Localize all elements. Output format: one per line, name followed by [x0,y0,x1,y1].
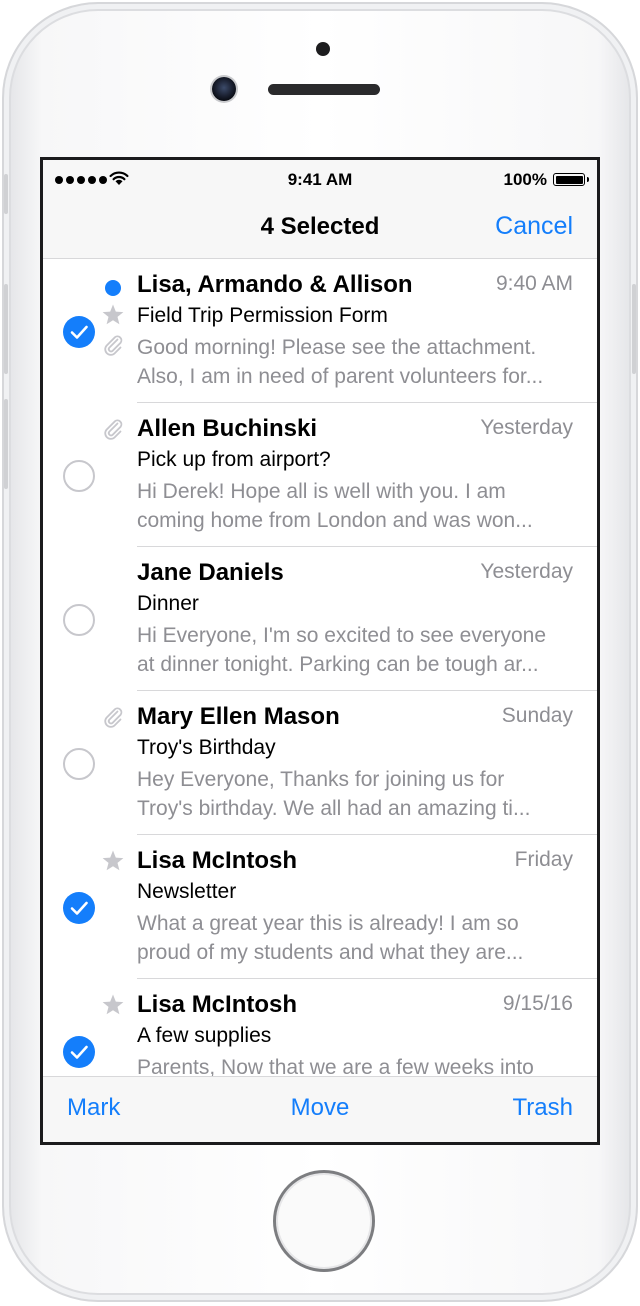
message-sender: Allen Buchinski [137,415,318,442]
message-subject: Field Trip Permission Form [137,304,388,327]
message-subject: A few supplies [137,1024,272,1047]
message-date: 9/15/16 [502,992,573,1015]
front-camera [212,77,236,101]
message-date: Yesterday [480,416,573,439]
cancel-button[interactable]: Cancel [495,212,573,241]
move-button[interactable]: Move [291,1094,350,1121]
unselected-circle-icon[interactable] [63,604,95,636]
preview-line: Also, I am in need of parent volunteers … [137,365,544,388]
earpiece-speaker [268,84,380,95]
preview-line: coming home from London and was won... [137,509,533,532]
preview-line: Hi Everyone, I'm so excited to see every… [137,624,547,647]
message-date: Sunday [501,704,573,727]
message-sender: Jane Daniels [137,559,284,586]
mail-list-item[interactable]: Allen Buchinski Yesterday Pick up from air… [43,403,597,547]
unread-dot-icon [105,280,121,296]
selected-checkmark-icon[interactable] [63,892,95,924]
home-button[interactable] [273,1170,375,1272]
preview-line: Hey Everyone, Thanks for joining us for [137,768,505,791]
message-date: 9:40 AM [495,272,573,295]
unselected-circle-icon[interactable] [63,460,95,492]
volume-up-button [4,284,8,374]
mail-list-item[interactable]: Lisa McIntosh 9/15/16 A few supplies Parent… [43,979,597,1077]
preview-line: Parents, Now that we are a few weeks int… [137,1056,534,1077]
proximity-sensor [316,42,330,56]
bottom-toolbar: Mark Move Trash [43,1076,597,1142]
message-preview: Parents, Now that we are a few weeks int… [137,1053,577,1077]
mute-switch [4,174,8,214]
preview-line: proud of my students and what they are..… [137,941,524,964]
mail-list-item[interactable]: Jane Daniels Yesterday Dinner Hi Everyone, … [43,547,597,691]
preview-line: What a great year this is already! I am … [137,912,519,935]
trash-button[interactable]: Trash [513,1094,573,1122]
mail-list: Lisa, Armando & Allison 9:40 AM Field Trip… [43,259,597,1077]
message-subject: Newsletter [137,880,237,903]
mark-button[interactable]: Mark [67,1094,120,1122]
screen: 9:41 AM 100% 4 Selected Cancel Lisa, Arm… [40,157,600,1145]
volume-down-button [4,399,8,489]
star-icon [101,303,125,332]
preview-line: at dinner tonight. Parking can be tough … [137,653,539,676]
mail-list-item[interactable]: Mary Ellen Mason Sunday Troy's Birthday Hey… [43,691,597,835]
message-preview: Good morning! Please see the attachment.… [137,333,577,391]
message-date: Friday [514,848,573,871]
power-button [632,284,636,374]
battery-percent: 100% [503,170,547,189]
preview-line: Troy's birthday. We all had an amazing t… [137,797,531,820]
mail-list-item[interactable]: Lisa McIntosh Friday Newsletter What a grea… [43,835,597,979]
mail-list-item[interactable]: Lisa, Armando & Allison 9:40 AM Field Trip… [43,259,597,403]
paperclip-icon [101,333,125,362]
star-icon [101,849,125,878]
message-preview: Hey Everyone, Thanks for joining us for T… [137,765,577,823]
message-subject: Troy's Birthday [137,736,276,759]
message-subject: Pick up from airport? [137,448,331,471]
selected-checkmark-icon[interactable] [63,316,95,348]
message-preview: Hi Everyone, I'm so excited to see every… [137,621,577,679]
message-date: Yesterday [480,560,573,583]
status-bar: 9:41 AM 100% [43,160,597,200]
battery-icon [553,173,589,186]
preview-line: Good morning! Please see the attachment. [137,336,537,359]
message-preview: What a great year this is already! I am … [137,909,577,967]
star-icon [101,993,125,1022]
message-sender: Mary Ellen Mason [137,703,340,730]
message-preview: Hi Derek! Hope all is well with you. I a… [137,477,577,535]
selected-checkmark-icon[interactable] [63,1036,95,1068]
unselected-circle-icon[interactable] [63,748,95,780]
message-subject: Dinner [137,592,199,615]
paperclip-icon [101,417,125,446]
message-sender: Lisa McIntosh [137,847,298,874]
message-sender: Lisa, Armando & Allison [137,271,413,298]
navigation-bar: 4 Selected Cancel [43,200,597,259]
paperclip-icon [101,705,125,734]
message-sender: Lisa McIntosh [137,991,298,1018]
preview-line: Hi Derek! Hope all is well with you. I a… [137,480,506,503]
